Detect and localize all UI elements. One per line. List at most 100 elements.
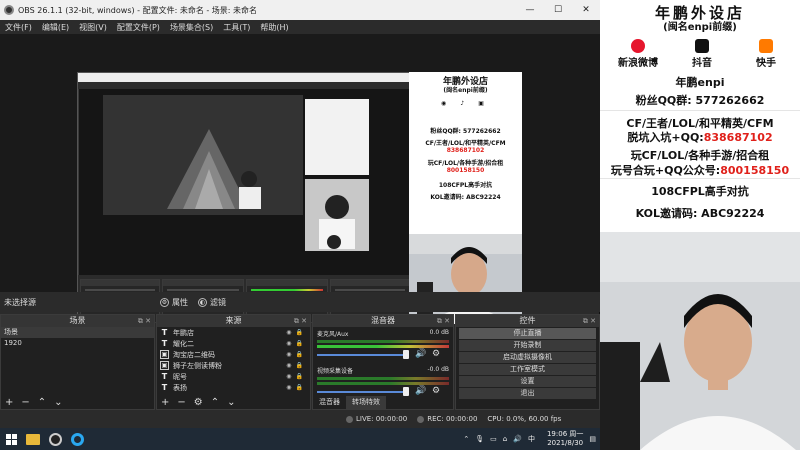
cheat-line: 脱坑入坑+QQ:838687102 [600,129,800,145]
dock-undock-icon[interactable]: ⧉ ✕ [138,315,151,327]
properties-button[interactable]: ⚙ 属性 [160,297,188,308]
dock-undock-icon[interactable]: ⧉ ✕ [583,315,596,327]
controls-dock-title: 控件 [519,316,536,325]
menu-bar: 文件(F) 编辑(E) 视图(V) 配置文件(P) 场景集合(S) 工具(T) … [0,20,600,34]
divider [600,110,800,111]
dock-undock-icon[interactable]: ⧉ ✕ [437,315,450,327]
gear-icon[interactable]: ⚙ [432,386,440,396]
kol-line: KOL邀请码: ABC92224 [635,207,765,220]
menu-profile[interactable]: 配置文件(P) [112,22,165,33]
volume-icon[interactable]: 🔊 [513,435,522,443]
scene-item[interactable]: 1920 [1,338,154,349]
remove-source-button[interactable]: − [177,397,185,408]
gear-icon: ⚙ [160,297,169,307]
microphone-icon[interactable]: 🎙 [475,435,484,443]
tray-chevron-icon[interactable]: ⌃ [463,435,469,443]
source-item[interactable]: T 昵号 ◉🔒 [157,371,310,382]
fader-knob[interactable] [403,387,409,396]
source-label: 耀化二 [173,339,194,348]
source-item[interactable]: T 耀化二 ◉🔒 [157,338,310,349]
start-button[interactable] [0,428,22,450]
move-up-button[interactable]: ⌃ [211,397,219,408]
stop-streaming-button[interactable]: 停止直播 [459,328,596,339]
source-item[interactable]: T 年鹏店 ◉🔒 [157,327,310,338]
menu-tools[interactable]: 工具(T) [218,22,255,33]
filters-button[interactable]: ◐ 滤镜 [198,297,226,308]
volume-fader[interactable]: 🔊 ⚙ [317,386,449,396]
add-source-button[interactable]: + [161,397,169,408]
settings-button[interactable]: 设置 [459,376,596,387]
monitor-icon[interactable]: ▭ [490,435,497,443]
source-item[interactable]: ▣ 狮子左侧读博粉 ◉🔒 [157,360,310,371]
social-label: 抖音 [692,58,712,69]
studio-mode-button[interactable]: 工作室模式 [459,364,596,375]
fader-knob[interactable] [403,350,409,359]
match-line: 108CFPL高手对抗 [651,185,749,198]
menu-edit[interactable]: 编辑(E) [37,22,74,33]
scenes-dock-title: 场景 [69,316,86,325]
menu-file[interactable]: 文件(F) [0,22,37,33]
menu-scene-collection[interactable]: 场景集合(S) [165,22,218,33]
windows-logo-icon [5,433,17,445]
start-virtual-camera-button[interactable]: 启动虚拟摄像机 [459,352,596,363]
visibility-lock-icon[interactable]: ◉🔒 [286,329,307,336]
scene-item[interactable]: 场景 [1,327,154,338]
visibility-lock-icon[interactable]: ◉🔒 [286,373,307,380]
clock[interactable]: 19:06 周一 2021/8/30 [541,430,583,448]
rec-indicator-icon [417,415,425,423]
nested-store-match: 108CFPL高手对抗 [438,182,493,189]
notification-icon[interactable]: ▤ [589,435,596,443]
speaker-icon[interactable]: 🔊 [415,349,426,359]
system-tray: ⌃ 🎙 ▭ ⌂ 🔊 中 19:06 周一 2021/8/30 ▤ [457,428,596,450]
source-item[interactable]: ▣ 淘宝店二维码 ◉🔒 [157,349,310,360]
source-properties-gear-icon[interactable]: ⚙ [194,397,203,408]
text-icon: T [161,383,168,392]
exit-button[interactable]: 退出 [459,388,596,399]
move-up-button[interactable]: ⌃ [38,397,46,408]
nested-obs-capture [77,72,411,325]
social-label: 快手 [756,58,776,69]
close-button[interactable]: ✕ [572,0,600,20]
ime-icon[interactable]: 中 [528,434,535,444]
audio-meter [317,340,449,343]
start-recording-button[interactable]: 开始录制 [459,340,596,351]
source-label: 表扬 [173,383,187,392]
menu-view[interactable]: 视图(V) [74,22,112,33]
channel-name: 麦克风/Aux [317,331,349,338]
mixer-dock-header: 混音器 ⧉ ✕ [313,315,453,327]
taskbar-app-folder[interactable] [22,428,44,450]
recursive-capture-graphic [79,89,411,275]
preview-canvas[interactable]: 年鹏外设店 (闽名enpi前缀) ◉ ♪ ▣ 粉丝QQ群: 577262662 … [0,34,600,325]
scenes-dock-header: 场景 ⧉ ✕ [1,315,154,327]
nested-store-panel: 年鹏外设店 (闽名enpi前缀) ◉ ♪ ▣ 粉丝QQ群: 577262662 … [409,72,522,234]
maximize-button[interactable]: ☐ [544,0,572,20]
filters-label: 滤镜 [210,297,226,307]
add-scene-button[interactable]: + [5,397,13,408]
tab-mixer[interactable]: 混音器 [313,396,346,409]
speaker-icon[interactable]: 🔊 [415,386,426,396]
visibility-lock-icon[interactable]: ◉🔒 [286,384,307,391]
dock-undock-icon[interactable]: ⧉ ✕ [294,315,307,327]
audio-meter [317,377,449,380]
minimize-button[interactable]: — [516,0,544,20]
nested-store-qq: 粉丝QQ群: 577262662 [430,128,501,135]
taskbar-app-obs[interactable] [44,428,66,450]
channel-name: 视频采集设备 [317,368,354,375]
move-down-button[interactable]: ⌄ [227,397,235,408]
text-icon: T [161,339,168,348]
visibility-lock-icon[interactable]: ◉🔒 [286,362,307,369]
network-icon[interactable]: ⌂ [503,435,507,443]
remove-scene-button[interactable]: − [21,397,29,408]
visibility-lock-icon[interactable]: ◉🔒 [286,351,307,358]
source-label: 淘宝店二维码 [173,350,215,359]
taskbar-app-q[interactable] [66,428,88,450]
channel-db: 0.0 dB [429,329,449,336]
visibility-lock-icon[interactable]: ◉🔒 [286,340,307,347]
move-down-button[interactable]: ⌄ [54,397,62,408]
tab-transitions[interactable]: 转场特效 [346,396,386,409]
menu-help[interactable]: 帮助(H) [255,22,293,33]
text-icon: T [161,328,168,337]
volume-fader[interactable]: 🔊 ⚙ [317,349,449,359]
source-item[interactable]: T 表扬 ◉🔒 [157,382,310,393]
gear-icon[interactable]: ⚙ [432,349,440,359]
